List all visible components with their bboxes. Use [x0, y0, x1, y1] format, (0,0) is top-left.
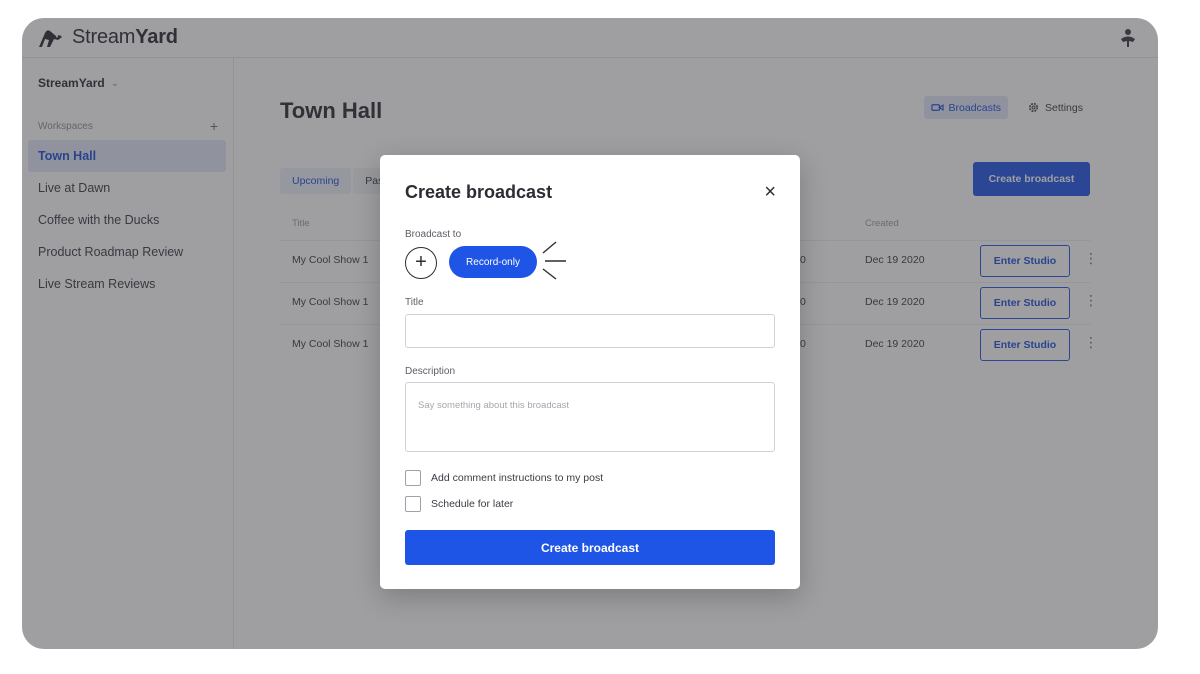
- checkbox[interactable]: [405, 470, 421, 486]
- schedule-later-checkbox[interactable]: Schedule for later: [405, 496, 513, 512]
- comment-instructions-label: Add comment instructions to my post: [431, 472, 604, 484]
- comment-instructions-checkbox[interactable]: Add comment instructions to my post: [405, 470, 603, 486]
- broadcast-to-label: Broadcast to: [405, 229, 462, 240]
- description-label: Description: [405, 366, 456, 377]
- description-input[interactable]: Say something about this broadcast: [405, 382, 775, 452]
- close-icon[interactable]: ×: [764, 182, 776, 202]
- title-input[interactable]: [405, 314, 775, 348]
- checkbox[interactable]: [405, 496, 421, 512]
- add-destination-button[interactable]: +: [405, 247, 437, 279]
- dialog-title: Create broadcast: [405, 182, 553, 202]
- title-label: Title: [405, 297, 424, 308]
- schedule-later-label: Schedule for later: [431, 498, 514, 510]
- record-only-button[interactable]: Record-only: [449, 246, 537, 278]
- description-placeholder: Say something about this broadcast: [418, 400, 570, 411]
- create-broadcast-dialog: Create broadcast × Broadcast to + Record…: [380, 155, 800, 589]
- highlight-rays-icon: [542, 241, 566, 280]
- submit-create-broadcast-button[interactable]: Create broadcast: [405, 530, 775, 565]
